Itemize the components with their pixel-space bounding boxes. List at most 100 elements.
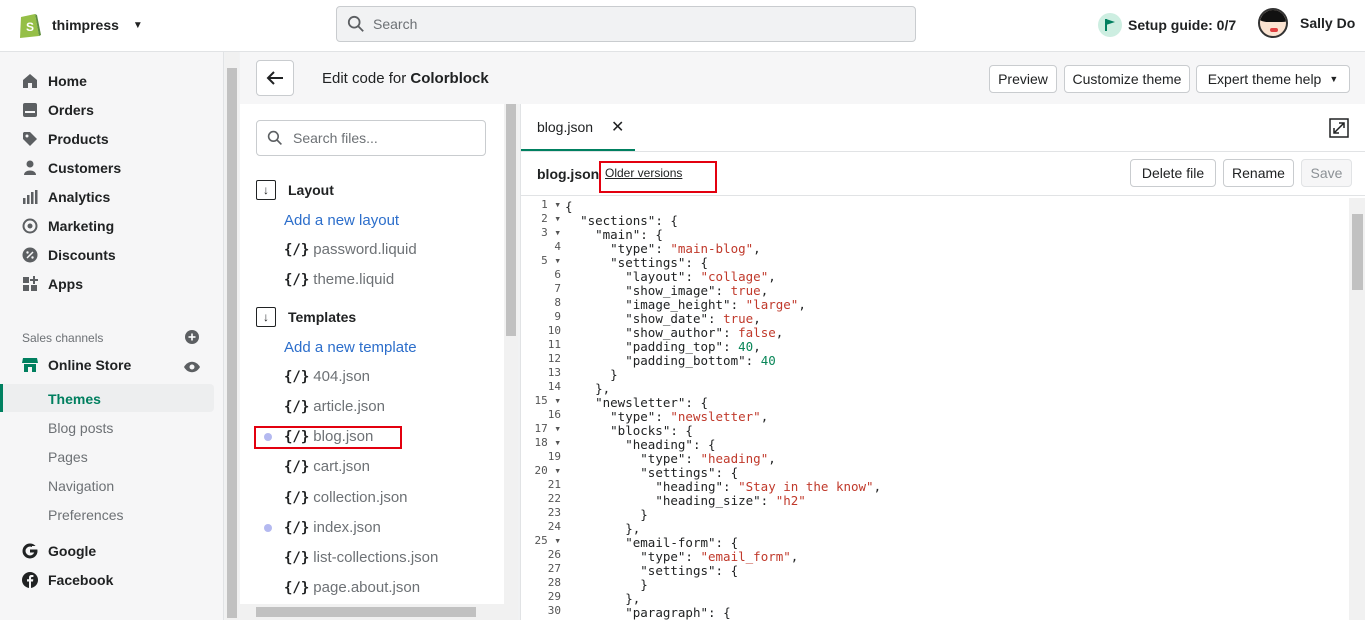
shopify-logo-icon: S: [20, 14, 41, 38]
search-files-input[interactable]: Search files...: [256, 120, 486, 156]
svg-text:S: S: [26, 20, 34, 34]
sidebar-item-orders[interactable]: Orders: [22, 102, 94, 118]
file-label: list-collections.json: [313, 549, 439, 566]
file-item-cart-json[interactable]: {/} cart.json: [284, 458, 370, 475]
line-number: 1 ▾: [541, 198, 561, 211]
file-item-page-about-json[interactable]: {/} page.about.json: [284, 579, 420, 596]
code-line: "email-form": {: [625, 535, 739, 550]
sidebar-item-facebook[interactable]: Facebook: [22, 572, 113, 588]
sidebar-item-online-store[interactable]: Online Store: [22, 357, 131, 373]
line-number: 22: [547, 492, 561, 505]
sidebar-item-analytics[interactable]: Analytics: [22, 189, 110, 205]
search-placeholder: Search: [373, 16, 418, 32]
code-line: "main": {: [595, 227, 663, 242]
sidebar-item-themes[interactable]: Themes: [48, 391, 101, 407]
code-editor[interactable]: { "sections": { "main": { "type": "main-…: [565, 200, 881, 620]
delete-file-button[interactable]: Delete file: [1130, 159, 1216, 187]
file-item-theme-liquid[interactable]: {/} theme.liquid: [284, 271, 394, 288]
line-number: 16: [547, 408, 561, 421]
code-line: "padding_top": 40,: [625, 339, 761, 354]
setup-guide-button[interactable]: Setup guide: 0/7: [1098, 13, 1236, 37]
sidebar-item-customers[interactable]: Customers: [22, 160, 121, 176]
sidebar-scrollbar[interactable]: [225, 52, 239, 620]
code-line: "settings": {: [640, 465, 739, 480]
sidebar-item-apps[interactable]: Apps: [22, 276, 83, 292]
code-scrollbar[interactable]: [1349, 198, 1365, 620]
flag-icon: [1098, 13, 1122, 37]
folder-download-icon: ↓: [256, 180, 276, 200]
sidebar-item-products[interactable]: Products: [22, 131, 109, 147]
search-icon: [267, 130, 282, 145]
file-item-article-json[interactable]: {/} article.json: [284, 398, 385, 415]
line-number: 6: [554, 268, 561, 281]
sidebar-item-blog-posts[interactable]: Blog posts: [48, 420, 113, 436]
line-number: 14: [547, 380, 561, 393]
tab-blog-json[interactable]: blog.json ✕: [521, 104, 635, 152]
file-item-password-liquid[interactable]: {/} password.liquid: [284, 241, 417, 258]
code-line: "blocks": {: [610, 423, 693, 438]
line-number: 27: [547, 562, 561, 575]
code-line: "paragraph": {: [625, 605, 731, 620]
file-browser-scrollbar[interactable]: [504, 104, 518, 620]
file-browser-hscrollbar[interactable]: [240, 604, 504, 620]
search-files-placeholder: Search files...: [293, 130, 378, 146]
sidebar-item-label: Orders: [48, 102, 94, 118]
code-file-icon: {/}: [284, 368, 310, 385]
customize-theme-button[interactable]: Customize theme: [1064, 65, 1190, 93]
code-line: {: [565, 199, 573, 214]
active-indicator: [0, 384, 3, 412]
sidebar-item-discounts[interactable]: Discounts: [22, 247, 116, 263]
line-number: 9: [554, 310, 561, 323]
sidebar-item-marketing[interactable]: Marketing: [22, 218, 114, 234]
sidebar-item-label: Home: [48, 73, 87, 89]
file-item-404-json[interactable]: {/} 404.json: [284, 368, 370, 385]
sidebar-item-label: Facebook: [48, 572, 114, 588]
themes-active-bg: [0, 384, 214, 412]
add-layout-link[interactable]: Add a new layout: [284, 212, 399, 229]
user-menu[interactable]: Sally Do: [1258, 8, 1355, 38]
file-item-list-collections-json[interactable]: {/} list-collections.json: [284, 549, 438, 566]
avatar: [1258, 8, 1288, 38]
setup-guide-label: Setup guide: 0/7: [1128, 17, 1237, 33]
add-circle-icon[interactable]: [185, 330, 199, 344]
sidebar-item-home[interactable]: Home: [22, 73, 87, 89]
file-item-index-json[interactable]: {/} index.json: [284, 519, 381, 536]
code-file-icon: {/}: [284, 458, 310, 475]
target-icon: [22, 218, 38, 234]
store-switcher[interactable]: S thimpress ▼: [18, 10, 143, 40]
code-line: "type": "main-blog",: [610, 241, 761, 256]
code-file-icon: {/}: [284, 271, 310, 288]
sidebar-item-preferences[interactable]: Preferences: [48, 507, 123, 523]
code-file-icon: {/}: [284, 519, 310, 536]
back-button[interactable]: [256, 60, 294, 96]
rename-button[interactable]: Rename: [1223, 159, 1294, 187]
close-icon[interactable]: ✕: [611, 117, 624, 137]
folder-label: Layout: [288, 182, 334, 198]
line-number: 4: [554, 240, 561, 253]
sidebar-item-navigation[interactable]: Navigation: [48, 478, 114, 494]
line-number: 24: [547, 520, 561, 533]
code-line: "show_image": true,: [625, 283, 769, 298]
line-number: 3 ▾: [541, 226, 561, 239]
file-item-collection-json[interactable]: {/} collection.json: [284, 489, 408, 506]
store-name: thimpress: [52, 17, 119, 33]
folder-layout[interactable]: ↓ Layout: [256, 180, 334, 200]
sidebar-item-pages[interactable]: Pages: [48, 449, 88, 465]
expand-icon[interactable]: [1329, 118, 1349, 138]
sales-channels-label: Sales channels: [22, 331, 104, 345]
folder-templates[interactable]: ↓ Templates: [256, 307, 356, 327]
line-number: 17 ▾: [534, 422, 562, 435]
line-number: 29: [547, 590, 561, 603]
eye-icon[interactable]: [184, 361, 200, 373]
line-number: 28: [547, 576, 561, 589]
sidebar-item-google[interactable]: Google: [22, 543, 96, 559]
search-bar[interactable]: Search: [336, 6, 916, 42]
code-file-icon: {/}: [284, 549, 310, 566]
preview-button[interactable]: Preview: [989, 65, 1057, 93]
save-button[interactable]: Save: [1301, 159, 1352, 187]
tag-icon: [23, 132, 37, 146]
add-template-link[interactable]: Add a new template: [284, 339, 417, 356]
expert-theme-help-button[interactable]: Expert theme help ▼: [1196, 65, 1350, 93]
expert-help-label: Expert theme help: [1207, 71, 1322, 87]
sidebar-item-label: Google: [48, 543, 97, 559]
